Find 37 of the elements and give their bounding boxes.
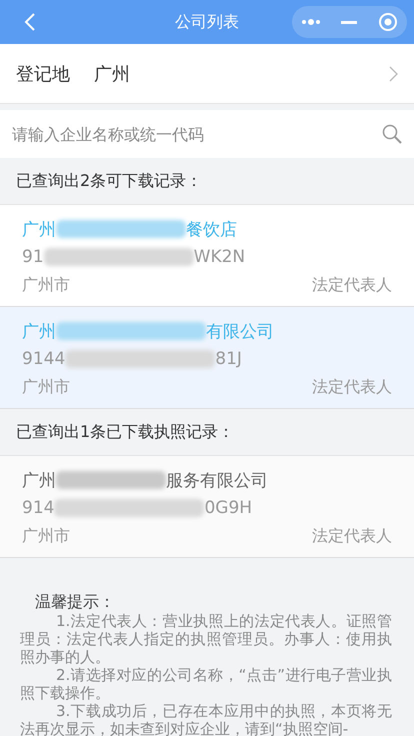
region-value: 广州 [94, 62, 131, 86]
target-icon [378, 12, 398, 32]
search-icon [382, 124, 402, 144]
company-role: 法定代表人 [312, 274, 392, 296]
company-city: 广州市 [22, 526, 70, 546]
credit-code: 91 [22, 247, 44, 267]
company-role: 法定代表人 [312, 526, 392, 546]
company-name: 餐饮店 [186, 218, 237, 240]
more-icon [301, 19, 322, 25]
tip-text: 2.请选择对应的公司名称，“点击”进行电子营业执照下载操作。 [20, 666, 392, 702]
section-heading: 已查询出2条可下载记录： [16, 170, 202, 192]
company-card[interactable]: 广州 服务有限公司 914 0G9H 广州市 法定代表人 [0, 456, 414, 558]
company-name: 服务有限公司 [166, 470, 268, 492]
search-field[interactable]: 请输入企业名称或统一代码 [0, 110, 378, 158]
credit-code: 0G9H [204, 498, 252, 518]
credit-code: 9144 [22, 349, 66, 369]
minimize-icon [341, 20, 358, 24]
region-row[interactable]: 登记地 广州 [0, 44, 414, 104]
company-card[interactable]: 广州 餐饮店 91 WK2N 广州市 法定代表人 [0, 205, 414, 307]
company-name: 广州 [22, 470, 56, 492]
tip-text: 1.法定代表人：营业执照上的法定代表人。证照管理员：法定代表人指定的执照管理员。办事人：使用执照办事的人。 [20, 612, 392, 666]
search-button[interactable] [378, 110, 414, 158]
company-city: 广州市 [22, 376, 70, 398]
credit-code: WK2N [194, 247, 246, 267]
credit-code: 81J [215, 349, 242, 369]
chevron-right-icon [389, 66, 398, 82]
region-label: 登记地 [16, 62, 71, 86]
company-city: 广州市 [22, 274, 70, 296]
credit-code: 914 [22, 498, 54, 518]
back-icon [24, 12, 36, 32]
company-name: 广州 [22, 320, 56, 342]
page-title: 公司列表 [175, 12, 239, 32]
company-role: 法定代表人 [312, 376, 392, 398]
company-name: 广州 [22, 218, 56, 240]
company-name: 有限公司 [206, 320, 274, 342]
section-heading: 已查询出1条已下载执照记录： [16, 422, 234, 442]
tips-title: 温馨提示： [34, 592, 116, 612]
